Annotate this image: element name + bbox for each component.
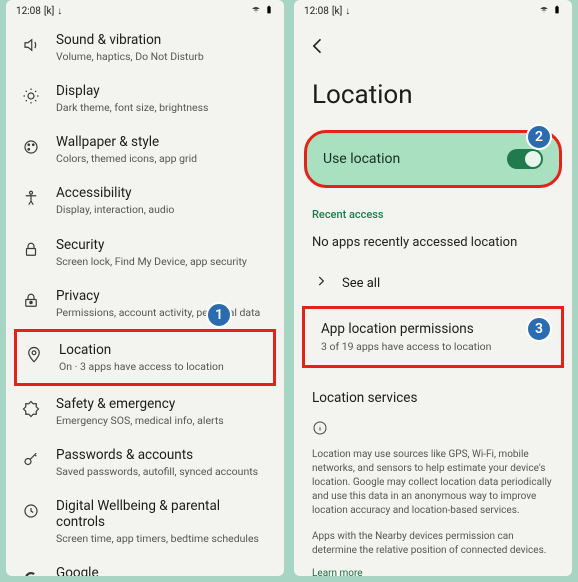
sound-icon [20, 34, 42, 56]
wallpaper-icon [20, 136, 42, 158]
status-time: 12:08 [304, 6, 329, 17]
status-indicator: [k] [332, 6, 342, 17]
row-title: Accessibility [56, 185, 174, 201]
battery-icon [552, 5, 562, 18]
row-sub: Dark theme, font size, brightness [56, 101, 208, 114]
info-text-2: Apps with the Nearby devices permission … [294, 528, 572, 560]
use-location-switch[interactable] [507, 149, 543, 169]
row-title: Wallpaper & style [56, 134, 197, 150]
settings-row-google[interactable]: GoogleServices & preferences [14, 555, 276, 576]
row-sub: Display, interaction, audio [56, 203, 174, 216]
row-sub: Emergency SOS, medical info, alerts [56, 414, 224, 427]
row-sub: Colors, themed icons, app grid [56, 152, 197, 165]
location-services-row[interactable]: Location services [294, 368, 572, 416]
info-icon [294, 416, 572, 446]
settings-row-sound[interactable]: Sound & vibration Volume, haptics, Do Not… [14, 22, 276, 73]
wellbeing-icon [20, 500, 42, 522]
chevron-right-icon [314, 274, 328, 292]
page-title: Location [294, 66, 572, 130]
settings-row-privacy[interactable]: PrivacyPermissions, account activity, pe… [14, 278, 276, 329]
location-settings-screen: 12:08 [k] ↓ Location Use location Recent… [294, 0, 572, 576]
wifi-icon [539, 5, 549, 18]
privacy-icon [20, 290, 42, 312]
annotation-badge-2: 2 [526, 124, 552, 150]
row-sub: Volume, haptics, Do Not Disturb [56, 50, 204, 63]
settings-row-location[interactable]: Location On · 3 apps have access to locat… [14, 329, 276, 386]
use-location-toggle-card[interactable]: Use location [304, 130, 562, 188]
perm-title: App location permissions [321, 321, 545, 337]
settings-list-screen: 12:08 [k] ↓ Sound & vibration Volume, hap… [6, 0, 284, 576]
info-text-1: Location may use sources like GPS, Wi-Fi… [294, 446, 572, 520]
row-title: Display [56, 83, 208, 99]
settings-row-security[interactable]: Security Screen lock, Find My Device, app… [14, 227, 276, 278]
recent-access-empty: No apps recently accessed location [294, 229, 572, 264]
status-bar: 12:08 [k] ↓ [294, 0, 572, 22]
row-sub: On · 3 apps have access to location [59, 360, 224, 373]
row-title: Passwords & accounts [56, 447, 258, 463]
recent-access-header: Recent access [294, 188, 572, 229]
row-title: Security [56, 237, 247, 253]
settings-row-wellbeing[interactable]: Digital Wellbeing & parental controls Scr… [14, 488, 276, 555]
row-title: Sound & vibration [56, 32, 204, 48]
row-title: Location [59, 342, 224, 358]
status-bar: 12:08 [k] ↓ [6, 0, 284, 22]
app-location-permissions-row[interactable]: App location permissions 3 of 19 apps ha… [302, 306, 564, 368]
wifi-icon [251, 5, 261, 18]
lock-icon [20, 239, 42, 261]
settings-row-wallpaper[interactable]: Wallpaper & style Colors, themed icons, a… [14, 124, 276, 175]
use-location-label: Use location [323, 151, 400, 167]
back-button[interactable] [294, 22, 572, 66]
battery-icon [264, 5, 274, 18]
download-icon: ↓ [57, 6, 62, 17]
annotation-badge-1: 1 [206, 302, 232, 328]
settings-row-passwords[interactable]: Passwords & accounts Saved passwords, aut… [14, 437, 276, 488]
settings-row-safety[interactable]: Safety & emergency Emergency SOS, medical… [14, 386, 276, 437]
perm-sub: 3 of 19 apps have access to location [321, 340, 545, 353]
status-indicator: [k] [44, 6, 54, 17]
safety-icon [20, 398, 42, 420]
see-all-button[interactable]: See all [294, 264, 572, 306]
row-sub: Screen time, app timers, bedtime schedul… [56, 532, 266, 545]
display-icon [20, 85, 42, 107]
annotation-badge-3: 3 [526, 316, 552, 342]
accessibility-icon [20, 187, 42, 209]
settings-row-display[interactable]: Display Dark theme, font size, brightness [14, 73, 276, 124]
settings-list[interactable]: Sound & vibration Volume, haptics, Do Not… [6, 22, 284, 576]
settings-row-accessibility[interactable]: Accessibility Display, interaction, audio [14, 175, 276, 226]
row-title: Google [56, 565, 163, 576]
row-title: Privacy [56, 288, 260, 304]
location-icon [23, 344, 45, 366]
row-sub: Screen lock, Find My Device, app securit… [56, 255, 247, 268]
download-icon: ↓ [345, 6, 350, 17]
row-title: Safety & emergency [56, 396, 224, 412]
status-time: 12:08 [16, 6, 41, 17]
row-sub: Saved passwords, autofill, synced accoun… [56, 465, 258, 478]
key-icon [20, 449, 42, 471]
row-title: Digital Wellbeing & parental controls [56, 498, 266, 530]
google-icon [20, 567, 42, 576]
learn-more-link[interactable]: Learn more [294, 560, 572, 576]
see-all-label: See all [342, 276, 380, 291]
